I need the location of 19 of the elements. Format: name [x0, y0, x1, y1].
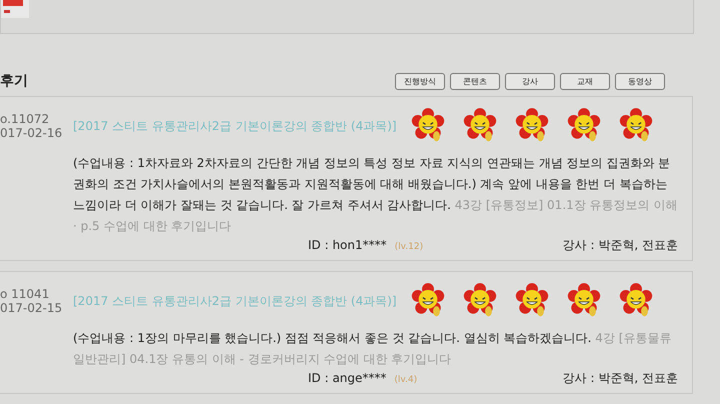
- review-text: (수업내용 : 1차자료와 2차자료의 간단한 개념 정보의 특성 정보 자료 지식의 연관돼는 개념 정보의 집권화와 분권화의 조건 가치사슬에서의 본원적활동과 지원적활동에 대해 배웠습니다.) 계속 앞에 내용을 한번 더 복습하는 느낌이라 더 이해가 잘돼는 것 같습니다. 잘 가르쳐 주셔서 감사합니다. 43강 [유통정보] 01.1장 유통정보의 이해 · p.5 수업에 대한 후기입니다: [73, 155, 678, 235]
- review-date: 017-02-15: [0, 301, 62, 315]
- filter-button[interactable]: 콘텐츠: [450, 72, 500, 90]
- review-date: 017-02-16: [0, 126, 62, 140]
- filter-button[interactable]: 교재: [560, 72, 610, 90]
- review-number: o 11041: [0, 287, 50, 301]
- filter-button[interactable]: 진행방식: [395, 72, 445, 90]
- user-level: (lv.12): [394, 242, 424, 252]
- user-level: (lv.4): [394, 375, 418, 385]
- teacher-name: 강사 : 박준혁, 전표훈: [562, 370, 678, 387]
- user-id: ID : hon1****: [308, 238, 387, 252]
- review-text: (수업내용 : 1장의 마무리를 했습니다.) 점점 적응해서 좋은 것 같습니다. 열심히 복습하겠습니다. 4강 [유통물류일반관리] 04.1장 유통의 이해 - 경로커버리지 수업에 대한 후기입니다: [73, 330, 672, 368]
- thumbnail-icon: [1, 0, 29, 18]
- user-id: ID : ange****: [308, 371, 386, 385]
- section-title: 후기: [0, 72, 28, 90]
- filter-button[interactable]: 동영상: [615, 72, 665, 90]
- teacher-name: 강사 : 박준혁, 전표훈: [562, 237, 678, 254]
- review-number: o.11072: [0, 112, 50, 126]
- filter-button[interactable]: 강사: [505, 72, 555, 90]
